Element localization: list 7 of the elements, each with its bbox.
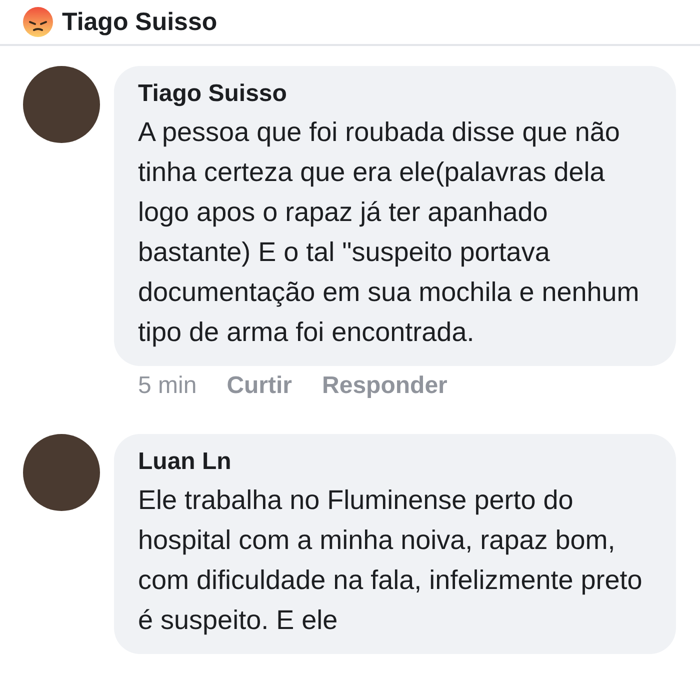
profile-name[interactable]: Tiago Suisso bbox=[62, 8, 218, 36]
comment-text: Ele trabalha no Fluminense perto do hospital com a minha noiva, rapaz bom, com dificuldade na fala, infelizmente preto é suspeito. E ele bbox=[138, 484, 644, 637]
comment-text: A pessoa que foi roubada disse que não tinha certeza que era ele(palavras dela logo apos o rapaz já ter apanhado bastante) E o tal "suspeito portava documentação em sua mochila e nenhum tipo de arma foi encontrada. bbox=[138, 116, 640, 349]
angry-face-icon bbox=[22, 6, 54, 38]
comment-time: 5 min bbox=[138, 372, 197, 400]
comment-author[interactable]: Tiago Suisso bbox=[138, 80, 654, 108]
comment-author[interactable]: Luan Ln bbox=[138, 448, 654, 476]
